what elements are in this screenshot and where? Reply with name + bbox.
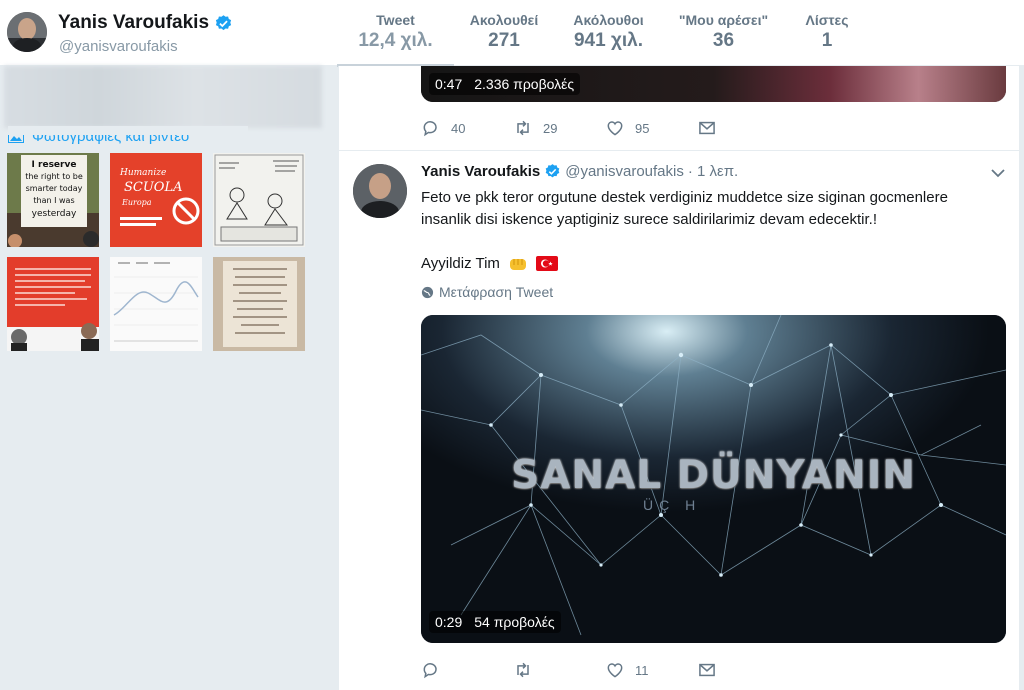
tweet-signature: Ayyildiz Tim	[421, 255, 500, 272]
retweet-icon	[517, 662, 529, 678]
stat-value: 1	[821, 30, 833, 51]
retweet-button[interactable]: 29	[513, 118, 605, 138]
media-thumb-red-quote[interactable]	[7, 257, 99, 351]
stat-value: 271	[488, 30, 520, 51]
stat-followers[interactable]: Ακόλουθοι 941 χιλ.	[554, 0, 663, 66]
like-count: 11	[635, 662, 649, 678]
turkey-flag-icon	[535, 256, 558, 271]
profile-nav-bar: Yanis Varoufakis @yanisvaroufakis Tweet …	[0, 0, 1024, 67]
retweet-button[interactable]	[513, 660, 605, 680]
tweet-header: Yanis Varoufakis @yanisvaroufakis · 1 λε…	[421, 163, 738, 180]
media-thumb-line-chart[interactable]	[110, 257, 202, 351]
media-grid: I reserve the right to be smarter today …	[7, 153, 305, 351]
profile-name[interactable]: Yanis Varoufakis	[58, 12, 233, 34]
stat-label: Tweet	[376, 12, 415, 28]
stat-label: Ακόλουθοι	[573, 12, 644, 28]
like-button[interactable]: 11	[605, 660, 697, 680]
stat-following[interactable]: Ακολουθεί 271	[454, 0, 554, 66]
stat-label: "Μου αρέσει"	[678, 12, 769, 28]
like-button[interactable]: 95	[605, 118, 697, 138]
media-thumb-protest-sign[interactable]: I reserve the right to be smarter today …	[7, 153, 99, 247]
tweet-author-name[interactable]: Yanis Varoufakis	[421, 163, 540, 180]
retweet-count: 29	[543, 120, 558, 136]
tweet-signature-line: Ayyildiz Tim	[421, 255, 558, 272]
heart-icon	[607, 121, 623, 136]
envelope-icon	[699, 121, 715, 135]
stat-value: 36	[712, 30, 735, 51]
stat-tweets[interactable]: Tweet 12,4 χιλ.	[337, 0, 454, 67]
heart-icon	[607, 663, 623, 678]
video-badge: 0:47 2.336 προβολές	[429, 73, 581, 95]
video-subtitle: ÜÇ H	[643, 497, 702, 513]
profile-handle[interactable]: @yanisvaroufakis	[59, 38, 178, 55]
video-views: 54 προβολές	[474, 614, 555, 630]
prev-tweet-video[interactable]: 0:47 2.336 προβολές	[421, 66, 1006, 102]
tweet-author-handle[interactable]: @yanisvaroufakis	[565, 163, 684, 180]
globe-icon	[421, 286, 434, 298]
stat-lists[interactable]: Λίστες 1	[784, 0, 870, 66]
reply-count: 40	[451, 120, 466, 136]
reply-button[interactable]: 40	[421, 118, 513, 138]
tweet-video[interactable]: SANAL DÜNYANIN ÜÇ H 0:29 54 προβολές	[421, 315, 1006, 643]
stat-label: Ακολουθεί	[469, 12, 539, 28]
reply-icon	[423, 121, 437, 137]
stat-value: 12,4 χιλ.	[358, 30, 433, 51]
video-badge: 0:29 54 προβολές	[429, 611, 561, 633]
video-title: SANAL DÜNYANIN	[511, 453, 916, 498]
timeline: 0:47 2.336 προβολές 40 29 95 Yanis Varou…	[338, 66, 1020, 690]
svg-text:Europa: Europa	[121, 198, 152, 207]
photo-icon	[8, 130, 24, 143]
svg-text:yesterday: yesterday	[32, 209, 77, 219]
tweet-divider	[339, 150, 1019, 151]
tweet-text: Feto ve pkk teror orgutune destek verdig…	[421, 189, 948, 228]
reply-button[interactable]	[421, 660, 513, 680]
profile-avatar[interactable]	[7, 12, 47, 52]
like-count: 95	[635, 120, 650, 136]
message-button[interactable]	[697, 118, 789, 138]
video-duration: 0:47	[435, 76, 463, 92]
photos-videos-label: Φωτογραφίες και βίντεο	[32, 128, 190, 145]
stat-value: 941 χιλ.	[573, 30, 644, 51]
profile-name-text[interactable]: Yanis Varoufakis	[58, 12, 209, 34]
translate-label: Μετάφραση Tweet	[439, 284, 554, 300]
reply-icon	[423, 663, 437, 679]
svg-text:I reserve: I reserve	[32, 160, 77, 170]
tweet-timestamp[interactable]: · 1 λεπ.	[688, 163, 738, 180]
tweet-author-avatar[interactable]	[353, 164, 407, 218]
left-sidebar: Φωτογραφίες και βίντεο I reserve the rig…	[0, 66, 322, 690]
profile-stats: Tweet 12,4 χιλ. Ακολουθεί 271 Ακόλουθοι …	[337, 0, 870, 67]
svg-text:SCUOLA: SCUOLA	[124, 180, 183, 195]
svg-text:the right to be: the right to be	[25, 172, 83, 181]
video-duration: 0:29	[435, 614, 463, 630]
blurred-region	[4, 66, 322, 128]
chevron-down-icon[interactable]	[991, 168, 1005, 178]
photos-videos-link[interactable]: Φωτογραφίες και βίντεο	[8, 126, 248, 146]
media-thumb-cartoon[interactable]	[213, 153, 305, 247]
verified-badge-icon	[215, 14, 232, 30]
svg-text:Humanize: Humanize	[119, 168, 166, 178]
tweet-actions: 11	[421, 660, 789, 680]
envelope-icon	[699, 663, 715, 677]
translate-tweet-link[interactable]: Μετάφραση Tweet	[421, 284, 553, 300]
fist-emoji-icon	[509, 258, 526, 270]
verified-badge-icon	[545, 164, 560, 178]
stat-likes[interactable]: "Μου αρέσει" 36	[663, 0, 784, 66]
stat-label: Λίστες	[805, 12, 849, 28]
media-thumb-document[interactable]	[213, 257, 305, 351]
media-thumb-scuola-poster[interactable]: Humanize SCUOLA Europa	[110, 153, 202, 247]
message-button[interactable]	[697, 660, 789, 680]
video-views: 2.336 προβολές	[474, 76, 575, 92]
retweet-icon	[517, 120, 529, 136]
svg-text:than I was: than I was	[33, 196, 74, 205]
svg-text:smarter today: smarter today	[26, 184, 83, 193]
prev-tweet-actions: 40 29 95	[421, 118, 789, 138]
